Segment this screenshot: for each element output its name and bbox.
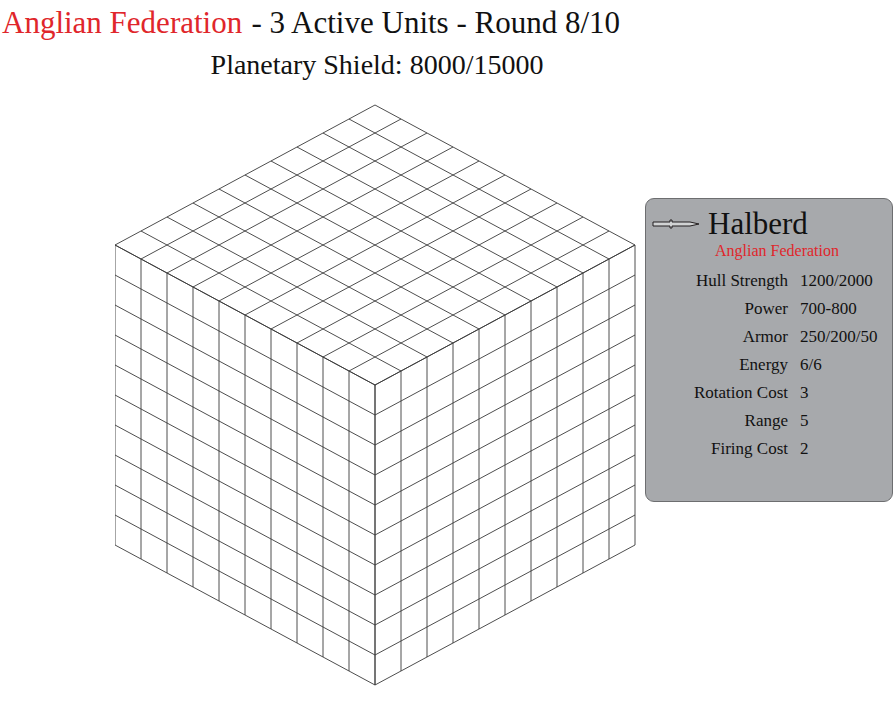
unit-panel: HalberdAnglian Federation Hull Strength 12… [645, 198, 893, 502]
stat-label: Range [652, 410, 788, 433]
stat-label: Firing Cost [652, 438, 788, 461]
stat-label: Armor [652, 326, 788, 349]
header: Anglian Federation - 3 Active Units - Rou… [0, 0, 893, 100]
faction-name: Anglian Federation [2, 5, 242, 40]
unit-stats: Hull Strength 1200/2000 Power 700-800 Armor 2… [652, 270, 882, 461]
planetary-shield: Planetary Shield: 8000/15000 [2, 47, 752, 82]
cube-board[interactable] [115, 100, 645, 707]
unit-name: Halberd [708, 207, 808, 241]
stat-value: 6/6 [800, 354, 882, 377]
stat-value: 5 [800, 410, 882, 433]
unit-faction: Anglian Federation [672, 241, 882, 260]
stat-label: Rotation Cost [652, 382, 788, 405]
unit-header: Halberd [652, 207, 882, 241]
main-area: HalberdAnglian Federation Hull Strength 12… [0, 100, 893, 707]
round-summary: - 3 Active Units - Round 8/10 [252, 5, 621, 40]
stat-value: 250/200/50 [800, 326, 882, 349]
stat-label: Hull Strength [652, 270, 788, 293]
stat-value: 700-800 [800, 298, 882, 321]
stat-value: 2 [800, 438, 882, 461]
sword-icon [652, 217, 700, 231]
stat-value: 3 [800, 382, 882, 405]
stat-label: Energy [652, 354, 788, 377]
round-title: Anglian Federation - 3 Active Units - Rou… [2, 4, 893, 43]
stat-value: 1200/2000 [800, 270, 882, 293]
stat-label: Power [652, 298, 788, 321]
